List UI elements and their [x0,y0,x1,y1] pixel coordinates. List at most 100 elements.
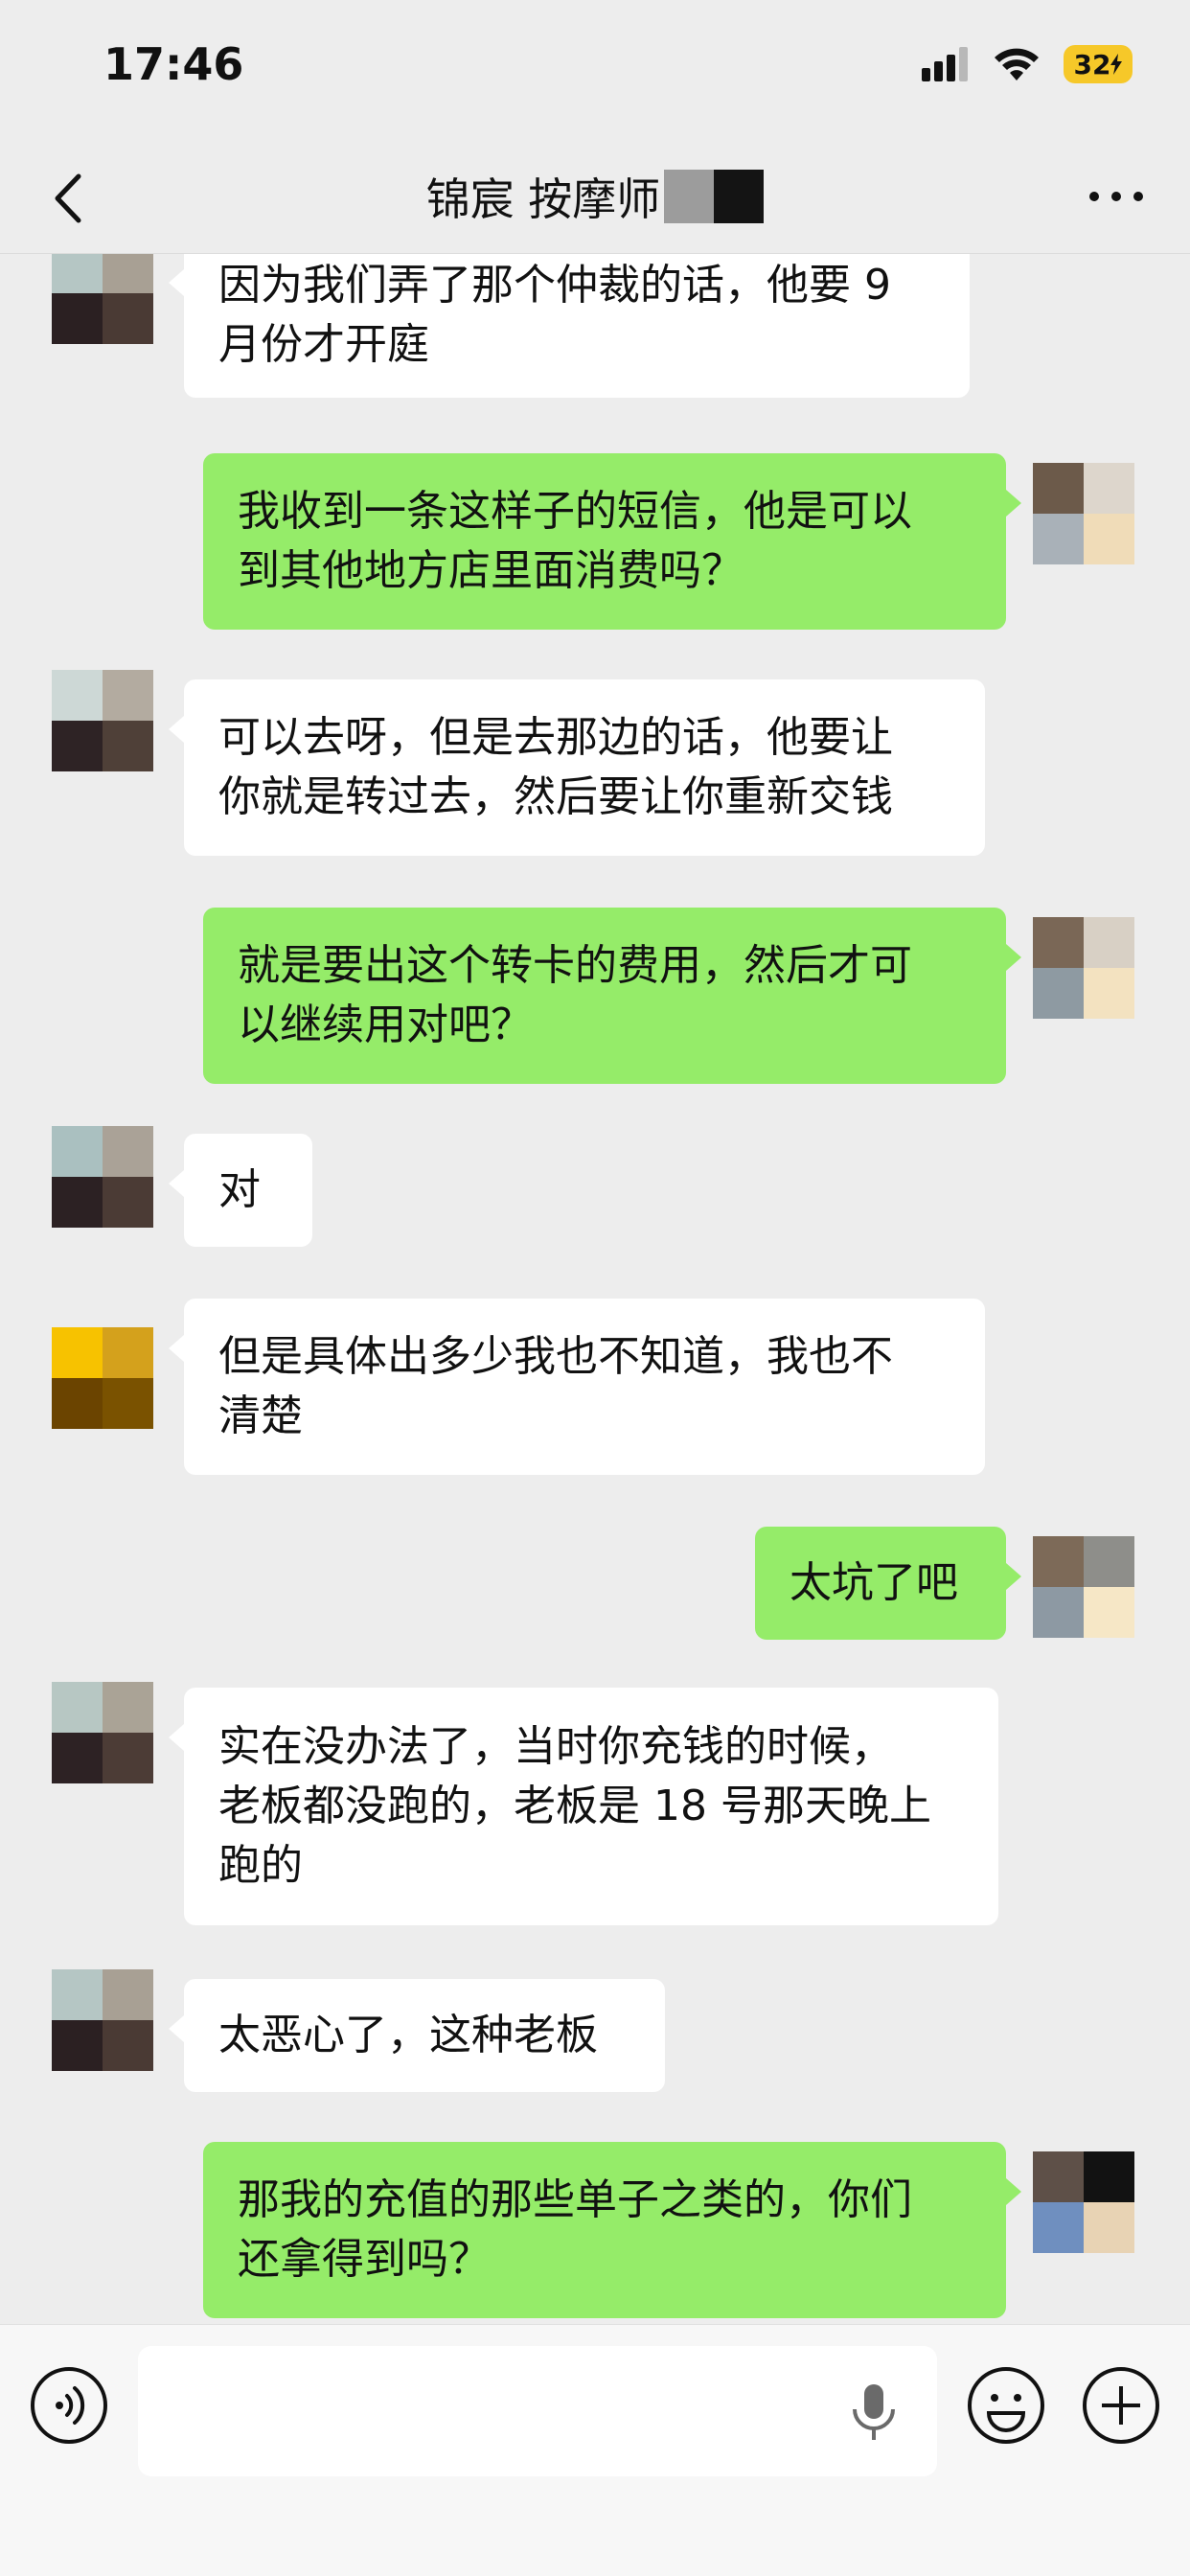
message-line: 老板都没跑的，老板是 18 号那天晚上 [218,1782,931,1830]
avatar-mosaic-cell [103,293,153,344]
avatar-mosaic-cell [1033,514,1084,564]
incoming-message-bubble[interactable]: 可以去呀，但是去那边的话，他要让 你就是转过去，然后要让你重新交钱 [169,679,985,856]
avatar-mosaic-cell [1084,1587,1134,1638]
avatar[interactable] [52,1327,153,1429]
emoji-icon[interactable] [966,2365,1046,2446]
avatar[interactable] [1033,917,1134,1019]
message-text: 我收到一条这样子的短信，他是可以 到其他地方店里面消费吗？ [238,482,912,601]
avatar[interactable] [52,1126,153,1228]
status-time: 17:46 [103,38,244,90]
avatar-mosaic-cell [52,721,103,771]
avatar-mosaic-cell [1084,514,1134,564]
avatar-mosaic-cell [103,1733,153,1783]
message-line: 月份才开庭 [218,320,429,369]
avatar-mosaic-cell [1033,1587,1084,1638]
message-line: 可以去呀，但是去那边的话，他要让 [218,713,893,762]
message-line: 那我的充值的那些单子之类的，你们 [238,2175,912,2224]
message-line: 到其他地方店里面消费吗？ [238,546,744,595]
avatar-mosaic-cell [1033,917,1084,968]
avatar-mosaic-cell [52,254,103,293]
avatar-mosaic-cell [103,1327,153,1378]
chat-title: 锦宸 按摩师 [425,173,661,225]
avatar-mosaic-cell [1033,463,1084,514]
message-text: 太坑了吧 [790,1553,958,1613]
avatar-mosaic-cell [52,1733,103,1783]
avatar[interactable] [52,1682,153,1783]
avatar-mosaic-cell [103,1969,153,2020]
avatar-mosaic-cell [1033,968,1084,1019]
message-text: 太恶心了，这种老板 [218,2006,598,2065]
avatar-mosaic-cell [103,1126,153,1177]
avatar-mosaic-cell [1084,2202,1134,2253]
message-line: 清楚 [218,1392,303,1440]
avatar-mosaic-cell [52,1177,103,1228]
avatar-mosaic-cell [103,1378,153,1429]
avatar-mosaic-cell [1084,968,1134,1019]
avatar-mosaic-cell [52,1378,103,1429]
incoming-message-bubble[interactable]: 但是具体出多少我也不知道，我也不 清楚 [169,1299,985,1475]
redacted-name-mosaic [664,170,765,223]
message-input[interactable] [138,2346,937,2476]
outgoing-message-bubble[interactable]: 那我的充值的那些单子之类的，你们 还拿得到吗？ [203,2142,1021,2318]
incoming-message-bubble[interactable]: 太恶心了，这种老板 [169,1979,665,2092]
message-text: 就是要出这个转卡的费用，然后才可 以继续用对吧？ [238,936,912,1055]
avatar[interactable] [52,254,153,344]
avatar-mosaic-cell [1084,1536,1134,1587]
avatar-mosaic-cell [1033,2202,1084,2253]
message-line: 对 [218,1165,261,1214]
more-horizontal-icon[interactable] [1083,172,1150,220]
avatar-mosaic-cell [103,721,153,771]
incoming-message-bubble[interactable]: 因为我们弄了那个仲裁的话，他要 9 月份才开庭 [169,254,970,398]
plus-icon[interactable] [1081,2365,1161,2446]
message-line: 还拿得到吗？ [238,2235,491,2284]
message-line: 就是要出这个转卡的费用，然后才可 [238,941,912,990]
avatar-mosaic-cell [1084,2151,1134,2202]
avatar[interactable] [1033,463,1134,564]
avatar-mosaic-cell [52,1126,103,1177]
signal-icon [922,47,968,81]
avatar-mosaic-cell [52,1969,103,2020]
avatar-mosaic-cell [1033,2151,1084,2202]
message-text: 可以去呀，但是去那边的话，他要让 你就是转过去，然后要让你重新交钱 [218,708,893,827]
battery-indicator: 32 [1064,45,1133,83]
incoming-message-bubble[interactable]: 实在没办法了，当时你充钱的时候， 老板都没跑的，老板是 18 号那天晚上 跑的 [169,1688,998,1925]
message-line: 但是具体出多少我也不知道，我也不 [218,1332,893,1381]
avatar-mosaic-cell [103,1177,153,1228]
avatar-mosaic-cell [1033,1536,1084,1587]
message-text: 那我的充值的那些单子之类的，你们 还拿得到吗？ [238,2171,912,2289]
outgoing-message-bubble[interactable]: 太坑了吧 [755,1527,1021,1640]
avatar[interactable] [1033,2151,1134,2253]
avatar-mosaic-cell [103,2020,153,2071]
message-text: 因为我们弄了那个仲裁的话，他要 9 月份才开庭 [218,256,891,375]
avatar-mosaic-cell [1084,463,1134,514]
avatar-mosaic-cell [103,670,153,721]
status-icons: 32 [922,42,1133,86]
incoming-message-bubble[interactable]: 对 [169,1134,312,1247]
avatar-mosaic-cell [52,293,103,344]
message-line: 太恶心了，这种老板 [218,2011,598,2059]
avatar-mosaic-cell [52,670,103,721]
avatar[interactable] [1033,1536,1134,1638]
avatar[interactable] [52,1969,153,2071]
message-line: 我收到一条这样子的短信，他是可以 [238,487,912,536]
outgoing-message-bubble[interactable]: 我收到一条这样子的短信，他是可以 到其他地方店里面消费吗？ [203,453,1021,630]
microphone-icon[interactable] [847,2380,901,2444]
voice-icon[interactable] [29,2365,109,2446]
avatar-mosaic-cell [52,2020,103,2071]
avatar[interactable] [52,670,153,771]
battery-level: 32 [1073,48,1111,80]
message-line: 太坑了吧 [790,1558,958,1607]
message-line: 跑的 [218,1841,303,1890]
chat-header: 锦宸 按摩师 [0,144,1190,254]
wifi-icon [995,48,1039,80]
message-text: 实在没办法了，当时你充钱的时候， 老板都没跑的，老板是 18 号那天晚上 跑的 [218,1717,931,1896]
input-bar [0,2324,1190,2576]
message-line: 你就是转过去，然后要让你重新交钱 [218,772,893,821]
avatar-mosaic-cell [52,1327,103,1378]
avatar-mosaic-cell [1084,917,1134,968]
avatar-mosaic-cell [52,1682,103,1733]
status-bar: 17:46 32 [0,0,1190,144]
message-list[interactable]: 因为我们弄了那个仲裁的话，他要 9 月份才开庭我收到一条这样子的短信，他是可以 到其… [0,254,1190,2324]
outgoing-message-bubble[interactable]: 就是要出这个转卡的费用，然后才可 以继续用对吧？ [203,908,1021,1084]
message-line: 以继续用对吧？ [238,1000,533,1049]
